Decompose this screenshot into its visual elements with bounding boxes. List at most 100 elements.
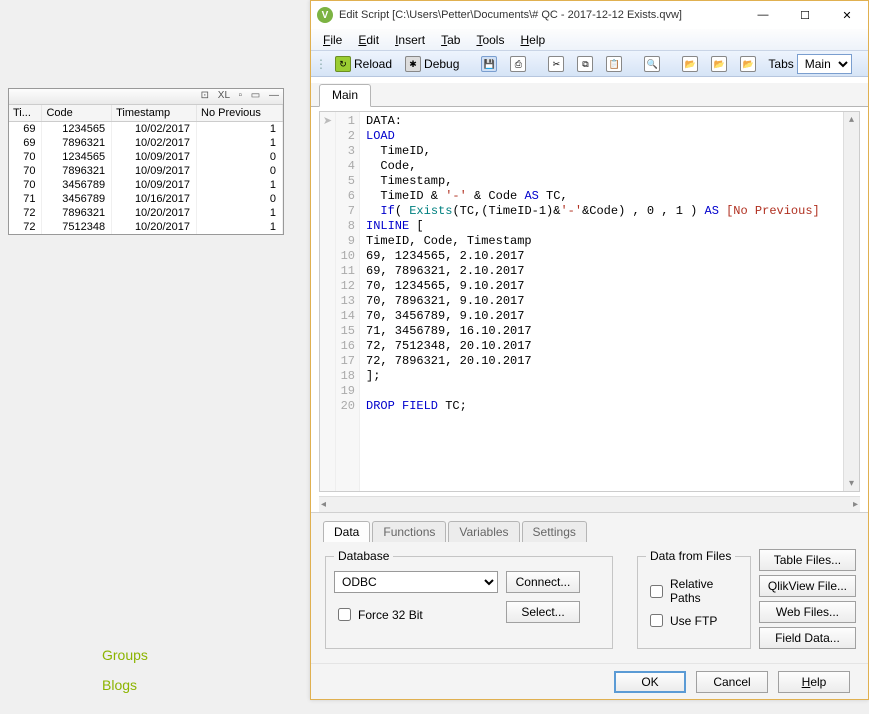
cell-tid: 72	[9, 220, 42, 234]
window-minimize-button[interactable]: —	[742, 1, 784, 29]
bottom-tab-functions[interactable]: Functions	[372, 521, 446, 542]
print-icon-button[interactable]: ⎙	[505, 53, 531, 75]
bug-icon: ✱	[405, 56, 421, 72]
table-row[interactable]: 70345678910/09/20171	[9, 178, 283, 192]
cell-code: 7896321	[42, 206, 112, 220]
cancel-button[interactable]: Cancel	[696, 671, 768, 693]
print-icon: ⎙	[510, 56, 526, 72]
debug-label: Debug	[424, 57, 459, 71]
database-legend: Database	[334, 549, 393, 563]
table-row[interactable]: 70123456510/09/20170	[9, 150, 283, 164]
filebtn-qlikviewfile[interactable]: QlikView File...	[759, 575, 856, 597]
table-row[interactable]: 72751234810/20/20171	[9, 220, 283, 234]
bottom-tab-data[interactable]: Data	[323, 521, 370, 542]
bg-link-groups[interactable]: Groups	[102, 640, 148, 670]
col-timestamp[interactable]: Timestamp	[112, 105, 197, 122]
window-titlebar[interactable]: V Edit Script [C:\Users\Petter\Documents…	[311, 1, 868, 29]
bottom-tabstrip: DataFunctionsVariablesSettings	[323, 521, 856, 542]
window-title: Edit Script [C:\Users\Petter\Documents\#…	[339, 9, 742, 21]
code-body[interactable]: DATA: LOAD TimeID, Code, Timestamp, Time…	[360, 112, 859, 491]
files-legend: Data from Files	[646, 549, 735, 563]
table-row[interactable]: 71345678910/16/20170	[9, 192, 283, 206]
table-export-icon[interactable]: XL	[218, 90, 230, 101]
cell-code: 7896321	[42, 136, 112, 150]
tabs-select[interactable]: Main	[797, 54, 852, 74]
cell-np: 1	[197, 178, 283, 192]
vertical-scrollbar[interactable]: ▴▾	[843, 112, 859, 491]
edit-script-window: V Edit Script [C:\Users\Petter\Documents…	[310, 0, 869, 700]
search-icon-button[interactable]: 🔍	[639, 53, 665, 75]
bottom-tab-variables[interactable]: Variables	[448, 521, 519, 542]
force32-checkbox[interactable]	[338, 608, 351, 621]
filebtn-webfiles[interactable]: Web Files...	[759, 601, 856, 623]
cell-np: 0	[197, 150, 283, 164]
table-max-icon[interactable]: ▭	[251, 90, 260, 101]
table-print-icon[interactable]: ⊡	[201, 90, 209, 101]
table-min-icon[interactable]: ▫	[238, 90, 242, 101]
cut-icon-button[interactable]: ✂	[543, 53, 569, 75]
menu-file[interactable]: File	[315, 31, 350, 49]
window-maximize-button[interactable]: ☐	[784, 1, 826, 29]
reload-icon: ↻	[335, 56, 351, 72]
col-noprevious[interactable]: No Previous	[197, 105, 283, 122]
table-row[interactable]: 69123456510/02/20171	[9, 122, 283, 137]
tabs-label: Tabs	[768, 57, 793, 71]
open2-icon-button[interactable]: 📂	[706, 53, 732, 75]
copy-icon-button[interactable]: ⧉	[572, 53, 598, 75]
menu-insert[interactable]: Insert	[387, 31, 433, 49]
relativepaths-checkbox[interactable]	[650, 585, 663, 598]
table-row[interactable]: 69789632110/02/20171	[9, 136, 283, 150]
help-label: elp	[810, 675, 826, 689]
cell-np: 1	[197, 206, 283, 220]
cell-ts: 10/09/2017	[112, 150, 197, 164]
ok-button[interactable]: OK	[614, 671, 686, 693]
copy-icon: ⧉	[577, 56, 593, 72]
cell-tid: 70	[9, 150, 42, 164]
table-row[interactable]: 72789632110/20/20171	[9, 206, 283, 220]
toolbar-grip: ⋮	[315, 57, 327, 71]
open3-icon-button[interactable]: 📂	[735, 53, 761, 75]
menu-edit[interactable]: Edit	[350, 31, 387, 49]
horizontal-scrollbar[interactable]: ◂▸	[319, 496, 860, 512]
cell-code: 7896321	[42, 164, 112, 178]
reload-label: Reload	[354, 57, 392, 71]
tab-main[interactable]: Main	[319, 84, 371, 107]
debug-button[interactable]: ✱ Debug	[400, 53, 464, 75]
paste-icon: 📋	[606, 56, 622, 72]
filebtn-fielddata[interactable]: Field Data...	[759, 627, 856, 649]
useftp-checkbox[interactable]	[650, 614, 663, 627]
data-table: Ti... Code Timestamp No Previous 6912345…	[9, 105, 283, 234]
menu-tools[interactable]: Tools	[468, 31, 512, 49]
table-row[interactable]: 70789632110/09/20170	[9, 164, 283, 178]
col-timeid[interactable]: Ti...	[9, 105, 42, 122]
cell-np: 1	[197, 220, 283, 234]
menu-help[interactable]: Help	[512, 31, 553, 49]
bottom-panel: DataFunctionsVariablesSettings Database …	[311, 512, 868, 663]
open-icon-button[interactable]: 📂	[677, 53, 703, 75]
help-button[interactable]: Help	[778, 671, 850, 693]
connect-button[interactable]: Connect...	[506, 571, 580, 593]
filebtn-tablefiles[interactable]: Table Files...	[759, 549, 856, 571]
table-dash-icon[interactable]: —	[269, 90, 279, 101]
cell-tid: 69	[9, 136, 42, 150]
database-select[interactable]: ODBC	[334, 571, 498, 593]
line-numbers: 1 2 3 4 5 6 7 8 9 10 11 12 13 14 15 16 1…	[336, 112, 360, 491]
search-icon: 🔍	[644, 56, 660, 72]
col-code[interactable]: Code	[42, 105, 112, 122]
cell-ts: 10/20/2017	[112, 206, 197, 220]
window-close-button[interactable]: ✕	[826, 1, 868, 29]
layout-icon-button[interactable]: ▥	[864, 53, 869, 75]
bg-link-blogs[interactable]: Blogs	[102, 670, 148, 700]
cell-ts: 10/02/2017	[112, 122, 197, 137]
useftp-label: Use FTP	[670, 614, 717, 628]
database-group: Database ODBC Connect... Force 32 Bit Se…	[325, 549, 613, 649]
save-icon-button[interactable]: 💾	[476, 53, 502, 75]
paste-icon-button[interactable]: 📋	[601, 53, 627, 75]
select-button[interactable]: Select...	[506, 601, 580, 623]
straight-table: ⊡ XL ▫ ▭ — Ti... Code Timestamp No Previ…	[8, 88, 284, 235]
app-icon: V	[317, 7, 333, 23]
reload-button[interactable]: ↻ Reload	[330, 53, 397, 75]
bottom-tab-settings[interactable]: Settings	[522, 521, 587, 542]
code-editor[interactable]: ➤ 1 2 3 4 5 6 7 8 9 10 11 12 13 14 15 16…	[319, 111, 860, 492]
menu-tab[interactable]: Tab	[433, 31, 468, 49]
